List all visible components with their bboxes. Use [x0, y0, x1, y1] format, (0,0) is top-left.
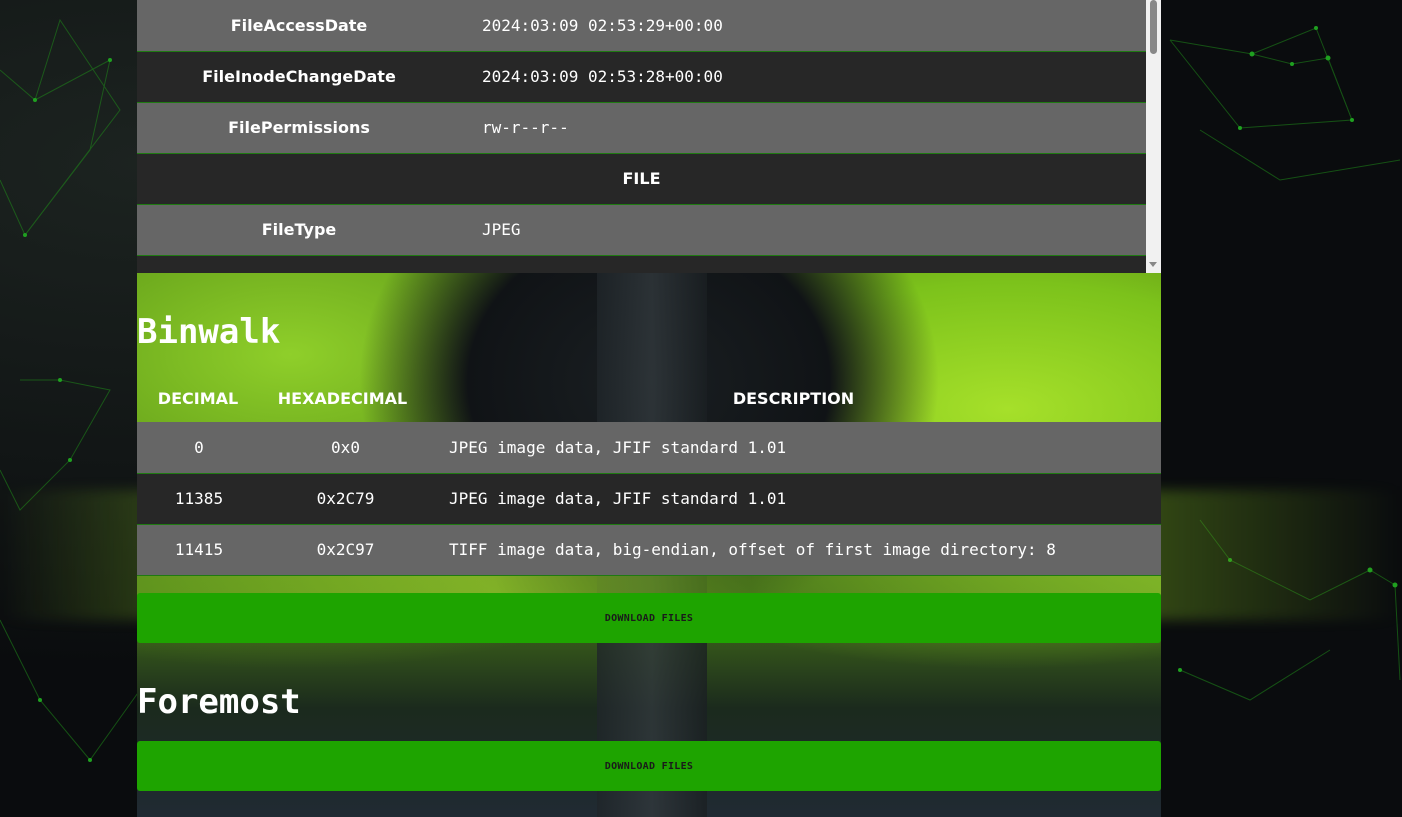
exif-value: 2024:03:09 02:53:29+00:00	[482, 15, 723, 35]
column-header-description: DESCRIPTION	[732, 388, 855, 408]
exif-key: FileType	[261, 220, 337, 239]
table-section-row: FILE	[137, 153, 1146, 204]
foremost-download-button[interactable]: DOWNLOAD FILES	[137, 741, 1161, 791]
exif-value: 2024:03:09 02:53:28+00:00	[482, 67, 723, 86]
description-cell: JPEG image data, JFIF standard 1.01	[449, 489, 787, 508]
exif-key: FilePermissions	[228, 118, 370, 137]
exif-table-panel[interactable]: FileAccessDate 2024:03:09 02:53:29+00:00…	[137, 0, 1161, 273]
exif-key: FileInodeChangeDate	[202, 67, 396, 86]
scrollbar-thumb[interactable]	[1150, 0, 1157, 54]
exif-scrollbar[interactable]	[1146, 0, 1161, 273]
foremost-heading: Foremost	[137, 682, 301, 722]
description-cell: TIFF image data, big-endian, offset of f…	[449, 540, 1056, 559]
exif-key: FileAccessDate	[230, 15, 368, 35]
table-row: FileInodeChangeDate 2024:03:09 02:53:28+…	[137, 51, 1146, 102]
exif-section-heading: FILE	[622, 169, 661, 188]
table-row: FileAccessDate 2024:03:09 02:53:29+00:00	[137, 0, 1146, 51]
table-row: 11385 0x2C79 JPEG image data, JFIF stand…	[137, 473, 1161, 524]
binwalk-table-header: DECIMAL HEXADECIMAL DESCRIPTION	[137, 376, 1161, 420]
table-row: FilePermissions rw-r--r--	[137, 102, 1146, 153]
table-row: 0 0x0 JPEG image data, JFIF standard 1.0…	[137, 422, 1161, 473]
decimal-cell: 11385	[174, 489, 224, 508]
scroll-down-arrow-icon[interactable]	[1149, 262, 1157, 267]
hex-cell: 0x2C79	[316, 489, 375, 508]
exif-value: rw-r--r--	[482, 118, 569, 137]
column-header-decimal: DECIMAL	[157, 388, 239, 408]
hex-cell: 0x0	[331, 437, 360, 457]
decimal-cell: 0	[194, 437, 204, 457]
table-row: 11415 0x2C97 TIFF image data, big-endian…	[137, 524, 1161, 575]
table-row: FileTypeExtension jpg	[137, 255, 1146, 273]
exif-key: FileTypeExtension	[137, 255, 461, 273]
exif-value: JPEG	[482, 220, 521, 239]
binwalk-download-button[interactable]: DOWNLOAD FILES	[137, 593, 1161, 643]
hex-cell: 0x2C97	[316, 540, 375, 559]
decimal-cell: 11415	[174, 540, 224, 559]
binwalk-heading: Binwalk	[137, 312, 281, 352]
description-cell: JPEG image data, JFIF standard 1.01	[449, 437, 787, 457]
table-row: FileType JPEG	[137, 204, 1146, 255]
exif-value: jpg	[461, 255, 1146, 273]
binwalk-table: 0 0x0 JPEG image data, JFIF standard 1.0…	[137, 422, 1161, 576]
column-header-hexadecimal: HEXADECIMAL	[277, 388, 408, 408]
exif-table: FileAccessDate 2024:03:09 02:53:29+00:00…	[137, 0, 1146, 273]
